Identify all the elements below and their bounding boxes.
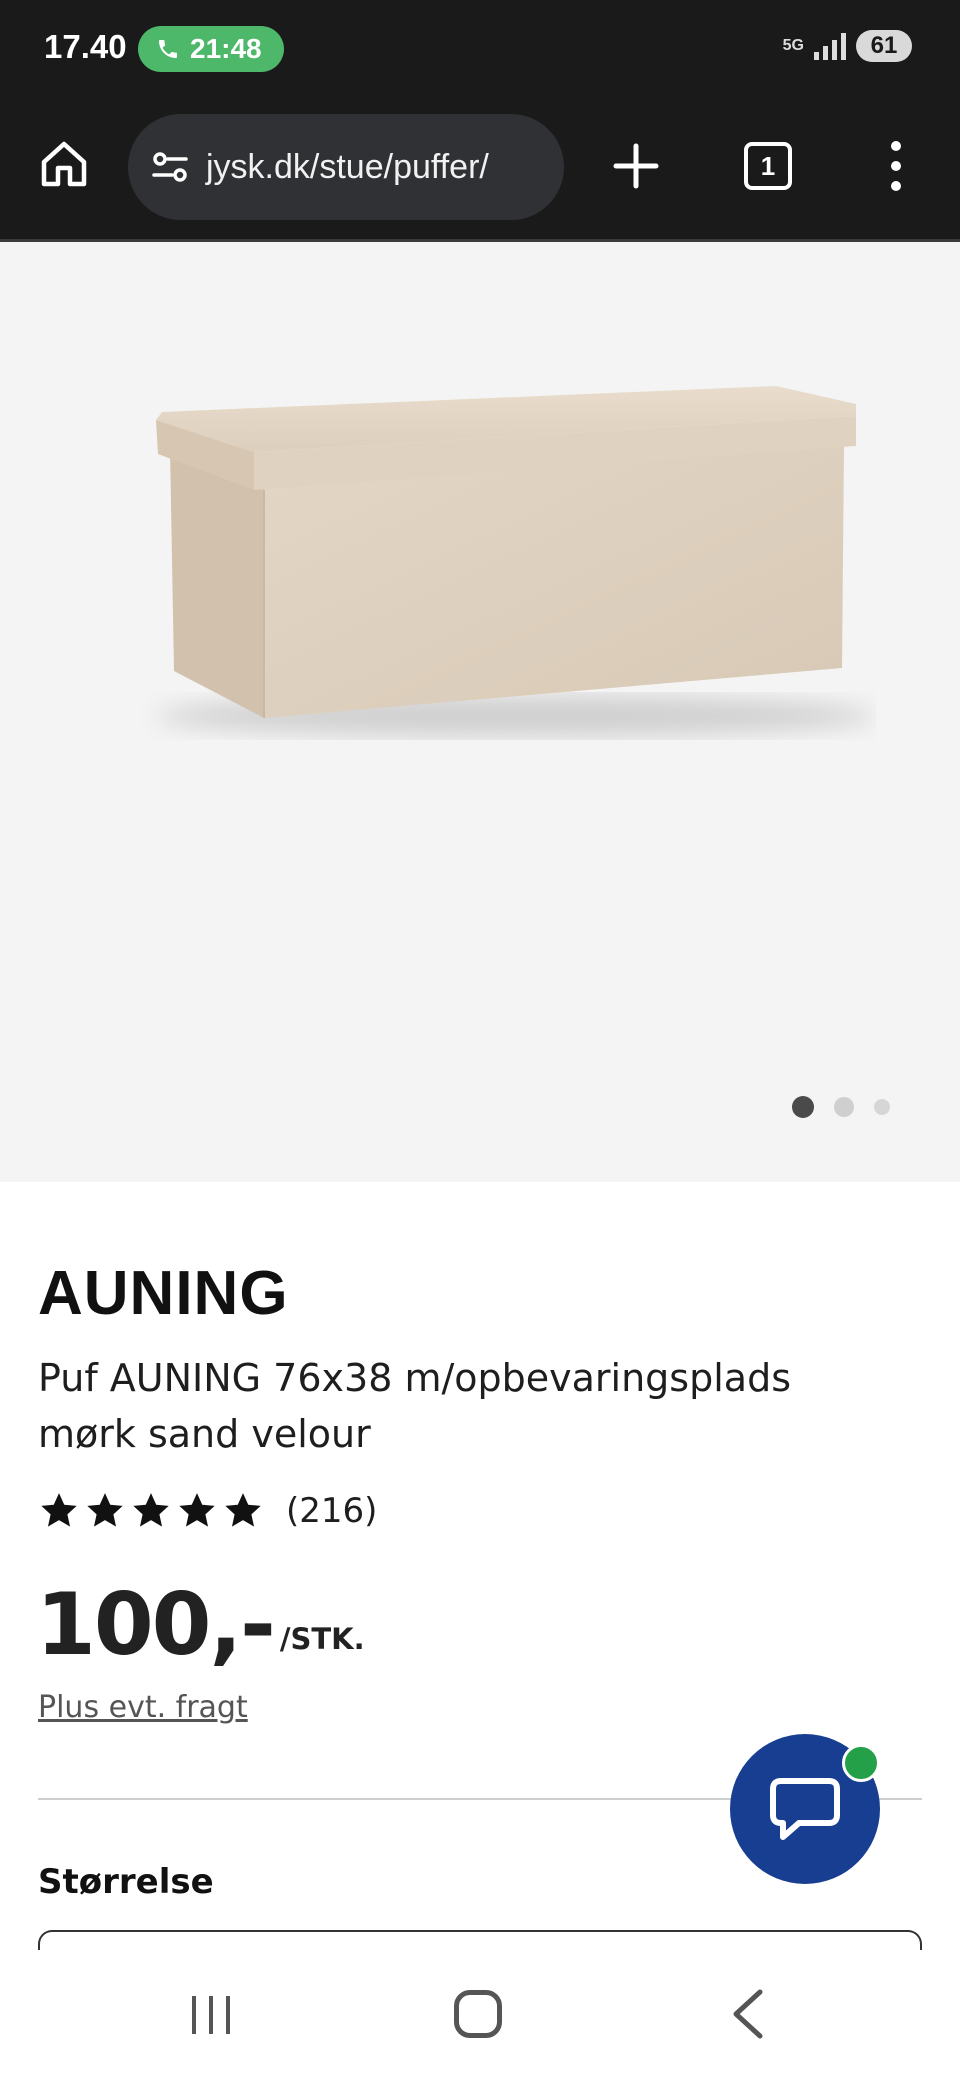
signal-strength-icon [814, 32, 846, 60]
gallery-dot-active[interactable] [792, 1096, 814, 1118]
review-count[interactable]: (216) [286, 1491, 377, 1531]
shipping-info-link[interactable]: Plus evt. fragt [38, 1690, 248, 1725]
status-bar: 17.40 21:48 5G 61 [0, 0, 960, 98]
star-icon [41, 1493, 77, 1527]
address-bar[interactable]: jysk.dk/stue/puffer/ [128, 114, 564, 220]
new-tab-icon[interactable] [608, 138, 664, 194]
system-nav-bar [0, 1950, 960, 2080]
product-title: Puf AUNING 76x38 m/opbevaringsplads mørk… [38, 1356, 791, 1456]
product-price: 100,- [36, 1575, 276, 1675]
star-icon [179, 1493, 215, 1527]
price-row: 100,- /STK. [36, 1580, 365, 1670]
network-type-icon: 5G [782, 37, 804, 54]
home-icon[interactable] [38, 138, 90, 190]
star-icon [225, 1493, 261, 1527]
battery-level: 61 [856, 30, 912, 62]
tab-switcher-button[interactable]: 1 [744, 142, 792, 190]
browser-toolbar: jysk.dk/stue/puffer/ 1 [0, 98, 960, 242]
gallery-pagination [792, 1096, 890, 1118]
site-settings-icon[interactable] [150, 147, 190, 187]
ongoing-call-pill[interactable]: 21:48 [138, 26, 284, 72]
price-unit: /STK. [279, 1622, 365, 1656]
product-gallery[interactable] [0, 242, 960, 1182]
product-rating[interactable]: (216) [38, 1490, 377, 1532]
back-icon[interactable] [728, 1988, 768, 2040]
call-timer: 21:48 [190, 33, 262, 64]
star-icon [133, 1493, 169, 1527]
status-icons: 5G 61 [783, 30, 912, 62]
recent-apps-icon[interactable] [188, 1992, 234, 2038]
product-brand: AUNING [38, 1259, 289, 1328]
home-nav-icon[interactable] [454, 1990, 502, 2038]
star-icon [87, 1493, 123, 1527]
online-status-dot [842, 1744, 880, 1782]
phone-icon [159, 40, 177, 58]
size-label: Størrelse [38, 1862, 214, 1902]
status-time: 17.40 [44, 28, 127, 65]
gallery-dot[interactable] [834, 1097, 854, 1117]
chat-bubble-icon [770, 1778, 840, 1840]
rating-stars [38, 1490, 264, 1532]
product-photo [156, 386, 876, 736]
gallery-dot[interactable] [874, 1099, 890, 1115]
url-text: jysk.dk/stue/puffer/ [206, 147, 489, 186]
more-menu-icon[interactable] [876, 136, 916, 196]
